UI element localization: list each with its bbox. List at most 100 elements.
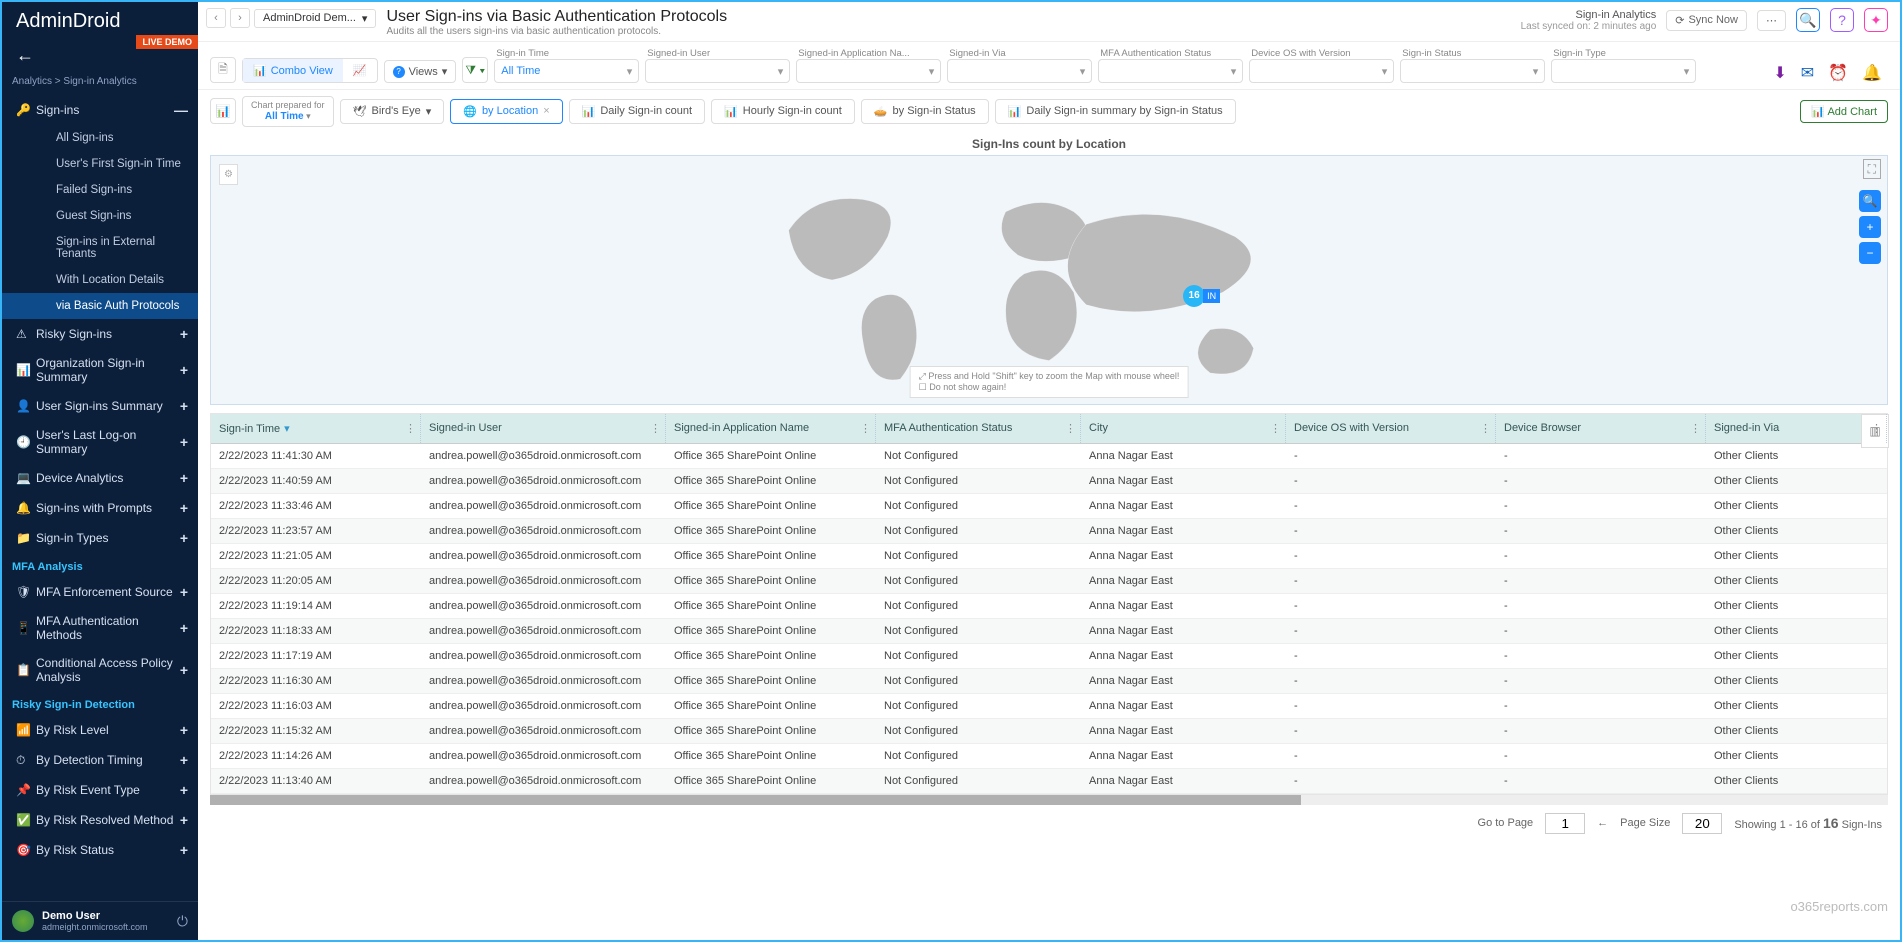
nav-prev-button[interactable]: ‹	[206, 8, 226, 28]
chart-tab[interactable]: 🌐by Location×	[450, 99, 562, 124]
chart-tab[interactable]: 📊Daily Sign-in summary by Sign-in Status	[995, 99, 1236, 124]
column-header[interactable]: Signed-in User⋮	[421, 414, 666, 443]
alert-icon[interactable]: 🔔	[1862, 63, 1882, 83]
map-zoom-in-icon[interactable]: +	[1859, 216, 1881, 238]
column-header[interactable]: Device Browser⋮	[1496, 414, 1706, 443]
sync-now-button[interactable]: ⟳ Sync Now	[1666, 10, 1747, 31]
map-zoom-out-icon[interactable]: −	[1859, 242, 1881, 264]
sheet-icon[interactable]: 🗎	[210, 57, 236, 83]
ai-icon[interactable]: ✦	[1864, 8, 1888, 32]
nav-item[interactable]: 🛡MFA Enforcement Source+	[2, 577, 198, 607]
table-row[interactable]: 2/22/2023 11:19:14 AMandrea.powell@o365d…	[211, 594, 1887, 619]
expand-icon[interactable]: +	[180, 782, 188, 798]
nav-item[interactable]: User's First Sign-in Time	[2, 151, 198, 177]
nav-item[interactable]: 🕘User's Last Log-on Summary+	[2, 421, 198, 463]
expand-icon[interactable]: +	[180, 500, 188, 516]
more-menu-button[interactable]: ⋯	[1757, 10, 1786, 31]
table-row[interactable]: 2/22/2023 11:16:30 AMandrea.powell@o365d…	[211, 669, 1887, 694]
add-chart-button[interactable]: 📊 Add Chart	[1800, 100, 1888, 123]
pagesize-input[interactable]	[1682, 813, 1722, 834]
column-header[interactable]: Device OS with Version⋮	[1286, 414, 1496, 443]
table-row[interactable]: 2/22/2023 11:16:03 AMandrea.powell@o365d…	[211, 694, 1887, 719]
expand-icon[interactable]: +	[180, 362, 188, 378]
nav-item[interactable]: ✅By Risk Resolved Method+	[2, 805, 198, 835]
nav-item[interactable]: 📁Sign-in Types+	[2, 523, 198, 553]
column-menu-icon[interactable]: ⋮	[650, 422, 661, 435]
help-icon[interactable]: ?	[1830, 8, 1854, 32]
chart-icon[interactable]: 📊	[210, 98, 236, 124]
column-menu-icon[interactable]: ⋮	[1690, 422, 1701, 435]
filter-select[interactable]: ▾	[796, 59, 941, 83]
nav-item[interactable]: With Location Details	[2, 267, 198, 293]
chart-tab[interactable]: 📊Daily Sign-in count	[569, 99, 705, 124]
nav-item[interactable]: 💻Device Analytics+	[2, 463, 198, 493]
schedule-icon[interactable]: ⏰	[1828, 63, 1848, 83]
nav-next-button[interactable]: ›	[230, 8, 250, 28]
download-icon[interactable]: ⬇	[1773, 63, 1786, 83]
filter-select[interactable]: ▾	[947, 59, 1092, 83]
table-row[interactable]: 2/22/2023 11:13:40 AMandrea.powell@o365d…	[211, 769, 1887, 794]
close-icon[interactable]: ×	[543, 105, 549, 117]
breadcrumb-dropdown[interactable]: AdminDroid Dem...▾	[254, 9, 376, 28]
nav-item[interactable]: 📶By Risk Level+	[2, 715, 198, 745]
email-icon[interactable]: ✉	[1801, 63, 1814, 83]
search-icon[interactable]: 🔍	[1796, 8, 1820, 32]
chart-tab[interactable]: 🥧by Sign-in Status	[861, 99, 989, 124]
column-menu-icon[interactable]: ⋮	[1480, 422, 1491, 435]
chart-info[interactable]: Chart prepared forAll Time ▾	[242, 96, 334, 127]
nav-item[interactable]: 🔑Sign-ins—	[2, 95, 198, 125]
combo-view-button[interactable]: 📊 Combo View	[243, 59, 343, 82]
nav-item[interactable]: ⏱By Detection Timing+	[2, 745, 198, 775]
nav-item[interactable]: 🎯By Risk Status+	[2, 835, 198, 865]
chart-tab[interactable]: 📊Hourly Sign-in count	[711, 99, 855, 124]
filter-select[interactable]: All Time▾	[494, 59, 639, 83]
map-search-icon[interactable]: 🔍	[1859, 190, 1881, 212]
nav-item[interactable]: All Sign-ins	[2, 125, 198, 151]
horizontal-scrollbar[interactable]	[210, 795, 1888, 805]
table-row[interactable]: 2/22/2023 11:33:46 AMandrea.powell@o365d…	[211, 494, 1887, 519]
expand-icon[interactable]: +	[180, 662, 188, 678]
expand-icon[interactable]: +	[180, 584, 188, 600]
chart-only-button[interactable]: 📈	[343, 59, 377, 82]
chart-settings-icon[interactable]: ⚙	[219, 164, 238, 185]
expand-icon[interactable]: +	[180, 722, 188, 738]
world-map[interactable]: ⚙ 16 IN ⤢ Press and Hold "Shift" key to …	[210, 155, 1888, 405]
fullscreen-icon[interactable]: ⛶	[1863, 159, 1881, 179]
table-row[interactable]: 2/22/2023 11:15:32 AMandrea.powell@o365d…	[211, 719, 1887, 744]
nav-item[interactable]: 👤User Sign-ins Summary+	[2, 391, 198, 421]
table-row[interactable]: 2/22/2023 11:18:33 AMandrea.powell@o365d…	[211, 619, 1887, 644]
filter-select[interactable]: ▾	[1098, 59, 1243, 83]
filter-select[interactable]: ▾	[645, 59, 790, 83]
expand-icon[interactable]: +	[180, 470, 188, 486]
column-header[interactable]: MFA Authentication Status⋮	[876, 414, 1081, 443]
table-row[interactable]: 2/22/2023 11:14:26 AMandrea.powell@o365d…	[211, 744, 1887, 769]
nav-item[interactable]: Failed Sign-ins	[2, 177, 198, 203]
page-prev-icon[interactable]: ←	[1597, 817, 1608, 829]
expand-icon[interactable]: +	[180, 434, 188, 450]
nav-item[interactable]: 📌By Risk Event Type+	[2, 775, 198, 805]
nav-item[interactable]: 🔔Sign-ins with Prompts+	[2, 493, 198, 523]
table-row[interactable]: 2/22/2023 11:23:57 AMandrea.powell@o365d…	[211, 519, 1887, 544]
expand-icon[interactable]: +	[180, 842, 188, 858]
column-header[interactable]: Signed-in Via⋮	[1706, 414, 1887, 443]
table-row[interactable]: 2/22/2023 11:21:05 AMandrea.powell@o365d…	[211, 544, 1887, 569]
expand-icon[interactable]: +	[180, 398, 188, 414]
chart-tab[interactable]: 🕊Bird's Eye ▾	[340, 99, 445, 124]
filter-icon[interactable]: ⧩ ▾	[462, 57, 488, 83]
column-menu-icon[interactable]: ⋮	[860, 422, 871, 435]
filter-select[interactable]: ▾	[1249, 59, 1394, 83]
views-dropdown[interactable]: ?Views ▾	[384, 60, 457, 83]
expand-icon[interactable]: +	[180, 530, 188, 546]
view-mode-toggle[interactable]: 📊 Combo View 📈	[242, 58, 378, 83]
user-footer[interactable]: Demo User admeight.onmicrosoft.com ⏻	[2, 901, 198, 940]
column-header[interactable]: City⋮	[1081, 414, 1286, 443]
table-row[interactable]: 2/22/2023 11:17:19 AMandrea.powell@o365d…	[211, 644, 1887, 669]
column-menu-icon[interactable]: ⋮	[405, 422, 416, 435]
expand-icon[interactable]: +	[180, 812, 188, 828]
column-menu-icon[interactable]: ⋮	[1065, 422, 1076, 435]
nav-item[interactable]: 📊Organization Sign-in Summary+	[2, 349, 198, 391]
nav-item[interactable]: via Basic Auth Protocols	[2, 293, 198, 319]
table-row[interactable]: 2/22/2023 11:41:30 AMandrea.powell@o365d…	[211, 444, 1887, 469]
table-row[interactable]: 2/22/2023 11:20:05 AMandrea.powell@o365d…	[211, 569, 1887, 594]
logout-icon[interactable]: ⏻	[177, 913, 188, 930]
